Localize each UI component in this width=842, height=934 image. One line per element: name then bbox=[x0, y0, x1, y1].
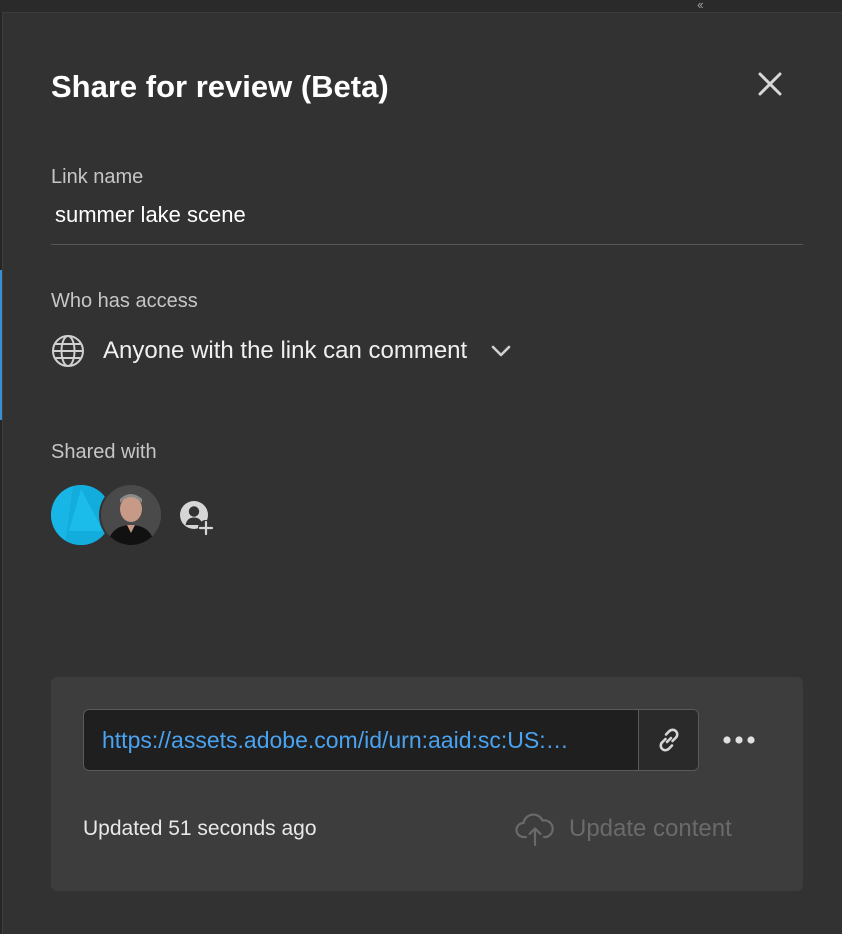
close-button[interactable] bbox=[755, 69, 785, 99]
avatar-photo bbox=[101, 485, 161, 545]
access-label: Who has access bbox=[51, 290, 198, 312]
share-url-input[interactable]: https://assets.adobe.com/id/urn:aaid:sc:… bbox=[84, 710, 636, 770]
add-person-icon bbox=[180, 501, 214, 536]
collapse-panels-icon[interactable]: ‹‹ bbox=[697, 0, 704, 12]
access-value: Anyone with the link can comment bbox=[103, 337, 468, 364]
link-name-label: Link name bbox=[51, 166, 144, 188]
last-updated-text: Updated 51 seconds ago bbox=[83, 817, 317, 840]
share-link-panel: https://assets.adobe.com/id/urn:aaid:sc:… bbox=[51, 677, 803, 891]
cloud-upload-icon bbox=[515, 813, 554, 847]
more-icon bbox=[723, 736, 755, 744]
share-dialog: Share for review (Beta) Link name summer… bbox=[2, 12, 842, 934]
link-name-field[interactable]: summer lake scene bbox=[55, 202, 246, 228]
avatar[interactable] bbox=[101, 485, 161, 545]
copy-link-button[interactable] bbox=[638, 710, 698, 770]
update-content-button[interactable]: Update content bbox=[515, 809, 732, 849]
shared-with-label: Shared with bbox=[51, 441, 157, 463]
share-url-field: https://assets.adobe.com/id/urn:aaid:sc:… bbox=[83, 709, 699, 771]
dialog-title: Share for review (Beta) bbox=[51, 69, 389, 104]
access-dropdown[interactable]: Anyone with the link can comment bbox=[51, 331, 513, 371]
add-person-button[interactable] bbox=[177, 499, 217, 539]
more-options-button[interactable] bbox=[715, 723, 763, 757]
link-name-underline bbox=[51, 244, 803, 245]
close-icon bbox=[758, 72, 782, 96]
dialog-pointer bbox=[733, 13, 753, 25]
link-icon bbox=[659, 728, 679, 752]
globe-icon bbox=[52, 335, 84, 367]
update-content-label: Update content bbox=[569, 815, 732, 842]
app-toolbar-strip bbox=[0, 0, 842, 12]
chevron-down-icon bbox=[491, 345, 511, 357]
